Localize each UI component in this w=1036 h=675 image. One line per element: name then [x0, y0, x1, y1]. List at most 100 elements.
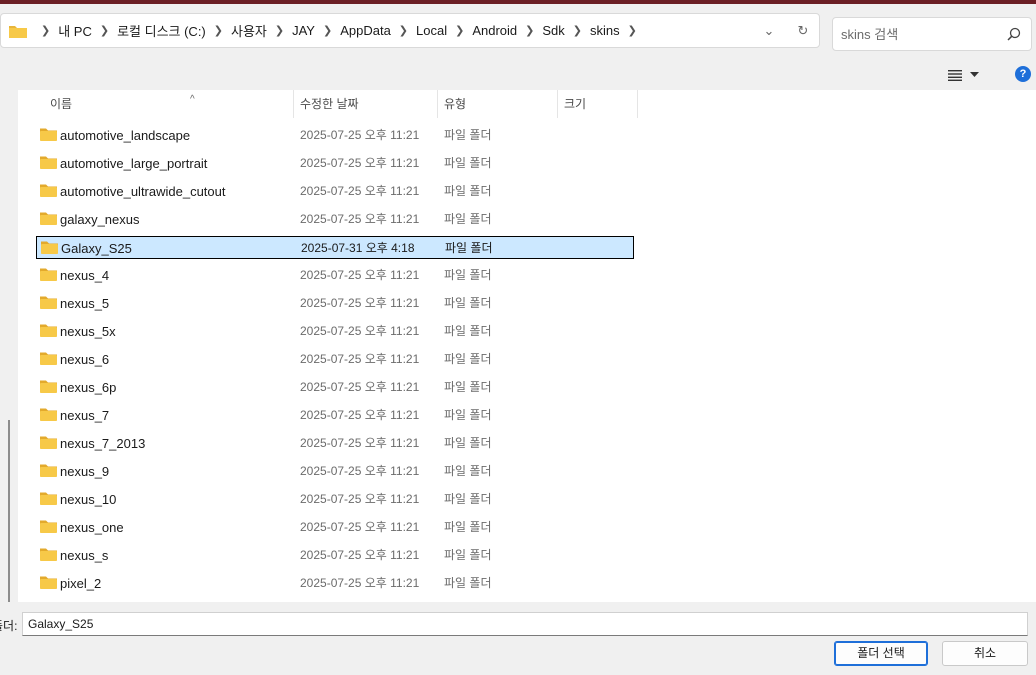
file-modified: 2025-07-25 오후 11:21	[300, 492, 420, 506]
folder-icon	[40, 519, 57, 533]
file-modified: 2025-07-25 오후 11:21	[300, 212, 420, 226]
folder-icon	[40, 351, 57, 365]
file-name: Galaxy_S25	[61, 241, 132, 256]
table-row[interactable]: nexus_6 2025-07-25 오후 11:21 파일 폴더	[36, 348, 634, 371]
file-modified: 2025-07-25 오후 11:21	[300, 156, 420, 170]
help-icon[interactable]: ?	[1015, 66, 1031, 82]
file-modified: 2025-07-25 오후 11:21	[300, 296, 420, 310]
file-list: 이름 ^ 수정한 날짜 유형 크기 automotive_landscape 20…	[18, 90, 1036, 602]
file-type: 파일 폴더	[444, 184, 492, 198]
table-row[interactable]: Galaxy_S25 2025-07-31 오후 4:18 파일 폴더	[36, 236, 634, 259]
chevron-right-icon: ❯	[41, 25, 51, 37]
folder-icon	[40, 183, 57, 197]
file-type: 파일 폴더	[444, 576, 492, 590]
file-type: 파일 폴더	[444, 324, 492, 338]
breadcrumb-item[interactable]: Local	[414, 23, 449, 38]
folder-icon	[9, 24, 27, 38]
breadcrumb-item[interactable]: 내 PC	[56, 21, 94, 40]
table-row[interactable]: automotive_large_portrait 2025-07-25 오후 1…	[36, 152, 634, 175]
file-name: automotive_landscape	[60, 128, 191, 143]
folder-icon	[40, 323, 57, 337]
folder-icon	[40, 127, 57, 141]
folder-icon	[40, 295, 57, 309]
file-name: galaxy_nexus	[60, 212, 140, 227]
folder-icon	[40, 379, 57, 393]
file-type: 파일 폴더	[444, 212, 492, 226]
chevron-right-icon[interactable]: ❯	[208, 24, 229, 37]
search-box[interactable]	[832, 17, 1032, 51]
chevron-right-icon[interactable]: ❯	[269, 24, 290, 37]
table-row[interactable]: pixel_2 2025-07-25 오후 11:21 파일 폴더	[36, 572, 634, 595]
breadcrumb-item[interactable]: 사용자	[229, 21, 269, 40]
dialog-footer: 폴더: 폴더 선택 취소	[0, 602, 1036, 675]
column-header-name[interactable]: 이름 ^	[44, 90, 294, 118]
address-actions: ⌄ ↻	[759, 14, 813, 47]
chevron-right-icon[interactable]: ❯	[317, 24, 338, 37]
cancel-button[interactable]: 취소	[942, 641, 1028, 666]
file-name: nexus_4	[60, 268, 110, 283]
table-row[interactable]: nexus_one 2025-07-25 오후 11:21 파일 폴더	[36, 516, 634, 539]
chevron-down-icon[interactable]: ⌄	[759, 23, 779, 39]
table-row[interactable]: nexus_9 2025-07-25 오후 11:21 파일 폴더	[36, 460, 634, 483]
chevron-right-icon[interactable]: ❯	[393, 24, 414, 37]
table-row[interactable]: galaxy_nexus 2025-07-25 오후 11:21 파일 폴더	[36, 208, 634, 231]
table-row[interactable]: nexus_7_2013 2025-07-25 오후 11:21 파일 폴더	[36, 432, 634, 455]
table-row[interactable]: nexus_s 2025-07-25 오후 11:21 파일 폴더	[36, 544, 634, 567]
file-type: 파일 폴더	[444, 520, 492, 534]
table-row[interactable]: automotive_landscape 2025-07-25 오후 11:21 파…	[36, 124, 634, 147]
chevron-right-icon[interactable]: ❯	[94, 24, 115, 37]
file-modified: 2025-07-25 오후 11:21	[300, 352, 420, 366]
folder-icon	[40, 547, 57, 561]
file-name: pixel_2	[60, 576, 102, 591]
column-header-size[interactable]: 크기	[558, 90, 638, 118]
view-options-button[interactable]	[948, 66, 990, 84]
chevron-right-icon[interactable]: ❯	[567, 24, 588, 37]
breadcrumb-item[interactable]: AppData	[338, 23, 393, 38]
file-name: nexus_6p	[60, 380, 117, 395]
address-bar[interactable]: ❯ 내 PC ❯ 로컬 디스크 (C:) ❯ 사용자 ❯ JAY ❯ AppData ❯ Local…	[0, 13, 820, 48]
navigation-toolbar: ❯ 내 PC ❯ 로컬 디스크 (C:) ❯ 사용자 ❯ JAY ❯ AppData ❯ Local…	[0, 4, 1036, 58]
file-modified: 2025-07-25 오후 11:21	[300, 464, 420, 478]
breadcrumb-item[interactable]: Sdk	[540, 23, 566, 38]
folder-icon	[40, 575, 57, 589]
folder-icon	[40, 491, 57, 505]
breadcrumb-item[interactable]: skins	[588, 23, 622, 38]
refresh-icon[interactable]: ↻	[793, 23, 813, 39]
file-type: 파일 폴더	[444, 128, 492, 142]
table-row[interactable]: nexus_6p 2025-07-25 오후 11:21 파일 폴더	[36, 376, 634, 399]
table-row[interactable]: nexus_7 2025-07-25 오후 11:21 파일 폴더	[36, 404, 634, 427]
file-name: nexus_5x	[60, 324, 116, 339]
table-row[interactable]: nexus_4 2025-07-25 오후 11:21 파일 폴더	[36, 264, 634, 287]
file-type: 파일 폴더	[444, 352, 492, 366]
table-row[interactable]: nexus_5 2025-07-25 오후 11:21 파일 폴더	[36, 292, 634, 315]
folder-icon	[40, 463, 57, 477]
breadcrumb-item[interactable]: JAY	[290, 23, 317, 38]
table-row[interactable]: nexus_10 2025-07-25 오후 11:21 파일 폴더	[36, 488, 634, 511]
file-type: 파일 폴더	[444, 492, 492, 506]
table-row[interactable]: automotive_ultrawide_cutout 2025-07-25 오후…	[36, 180, 634, 203]
file-modified: 2025-07-25 오후 11:21	[300, 548, 420, 562]
folder-field-label: 폴더:	[0, 619, 18, 633]
navigation-pane[interactable]	[0, 90, 18, 675]
column-header-modified[interactable]: 수정한 날짜	[294, 90, 438, 118]
column-header-type[interactable]: 유형	[438, 90, 558, 118]
chevron-right-icon[interactable]: ❯	[519, 24, 540, 37]
file-name: nexus_7_2013	[60, 436, 146, 451]
breadcrumb-item[interactable]: 로컬 디스크 (C:)	[115, 21, 208, 40]
file-modified: 2025-07-31 오후 4:18	[301, 241, 415, 255]
dropdown-arrow-icon	[970, 72, 979, 77]
file-modified: 2025-07-25 오후 11:21	[300, 324, 420, 338]
table-row[interactable]: nexus_5x 2025-07-25 오후 11:21 파일 폴더	[36, 320, 634, 343]
breadcrumb-item[interactable]: Android	[470, 23, 519, 38]
select-folder-button[interactable]: 폴더 선택	[834, 641, 928, 666]
folder-icon	[41, 240, 58, 254]
file-name: nexus_one	[60, 520, 124, 535]
folder-icon	[40, 211, 57, 225]
file-modified: 2025-07-25 오후 11:21	[300, 184, 420, 198]
search-icon[interactable]	[1007, 27, 1021, 41]
file-modified: 2025-07-25 오후 11:21	[300, 576, 420, 590]
chevron-right-icon[interactable]: ❯	[622, 24, 643, 37]
search-input[interactable]	[833, 26, 993, 42]
chevron-right-icon[interactable]: ❯	[449, 24, 470, 37]
folder-name-input[interactable]	[22, 612, 1028, 636]
